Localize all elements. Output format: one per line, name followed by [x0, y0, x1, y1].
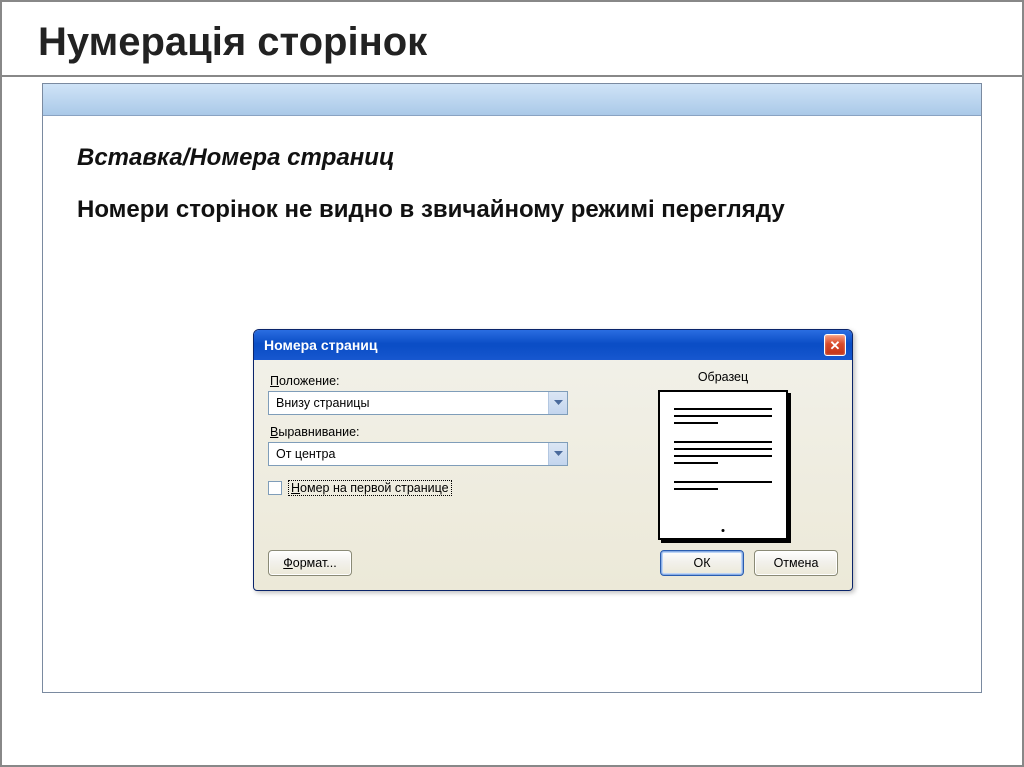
close-button[interactable]: ✕ — [824, 334, 846, 356]
dialog-left-column: Положение: Внизу страницы Выравнивание: … — [268, 370, 578, 540]
slide-title: Нумерація сторінок — [2, 2, 1022, 75]
format-button[interactable]: Формат... — [268, 550, 352, 576]
alignment-combobox[interactable]: От центра — [268, 442, 568, 466]
slide-container: Нумерація сторінок Вставка/Номера страни… — [0, 0, 1024, 767]
chevron-down-icon[interactable] — [548, 392, 567, 414]
position-combobox[interactable]: Внизу страницы — [268, 391, 568, 415]
page-number-indicator — [722, 529, 725, 532]
alignment-label: Выравнивание: — [270, 425, 578, 439]
dialog-button-row: Формат... ОК Отмена — [254, 550, 852, 590]
content-titlebar — [43, 84, 981, 116]
first-page-checkbox-label: Номер на первой странице — [288, 480, 452, 496]
left-button-group: Формат... — [268, 550, 352, 576]
cancel-button[interactable]: Отмена — [754, 550, 838, 576]
alignment-value: От центра — [269, 447, 548, 461]
first-page-checkbox-row[interactable]: Номер на первой странице — [268, 480, 578, 496]
dialog-titlebar[interactable]: Номера страниц ✕ — [254, 330, 852, 360]
dialog-body: Положение: Внизу страницы Выравнивание: … — [254, 360, 852, 544]
divider — [2, 75, 1022, 77]
position-value: Внизу страницы — [269, 396, 548, 410]
position-label: Положение: — [270, 374, 578, 388]
content-subtitle: Вставка/Номера страниц — [77, 144, 947, 172]
content-body: Вставка/Номера страниц Номери сторінок н… — [43, 116, 981, 236]
dialog-title: Номера страниц — [264, 337, 378, 353]
right-button-group: ОК Отмена — [660, 550, 838, 576]
dialog-right-column: Образец — [608, 370, 838, 540]
ok-button[interactable]: ОК — [660, 550, 744, 576]
sample-label: Образец — [698, 370, 748, 384]
page-numbers-dialog: Номера страниц ✕ Положение: Внизу страни… — [253, 329, 853, 591]
close-icon: ✕ — [830, 339, 841, 352]
chevron-down-icon[interactable] — [548, 443, 567, 465]
sample-preview — [658, 390, 788, 540]
content-paragraph: Номери сторінок не видно в звичайному ре… — [77, 194, 837, 226]
first-page-checkbox[interactable] — [268, 481, 282, 495]
content-frame: Вставка/Номера страниц Номери сторінок н… — [42, 83, 982, 693]
